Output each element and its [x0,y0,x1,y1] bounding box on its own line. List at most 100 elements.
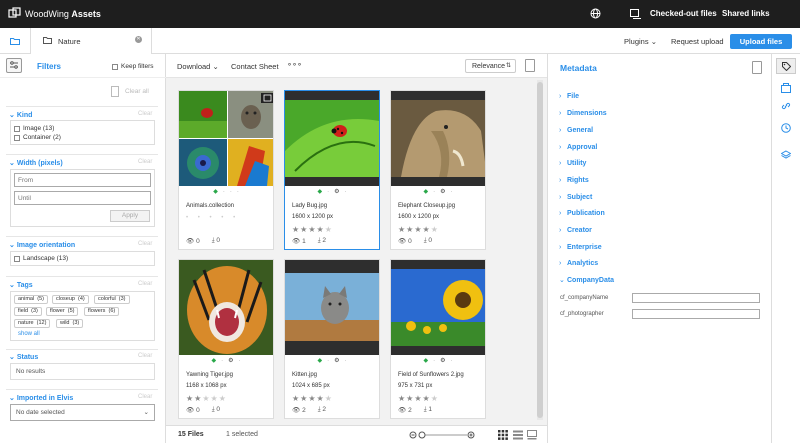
width-clear[interactable]: Clear [138,159,152,165]
width-from-input[interactable]: From [14,173,151,187]
basket-icon[interactable] [781,83,791,93]
checkbox[interactable] [112,63,118,70]
cf-companyname-input[interactable] [632,293,760,303]
upload-files-button[interactable]: Upload files [730,34,792,49]
status-filter-title[interactable]: ⌄ Status [9,353,38,361]
globe-icon[interactable] [590,8,601,19]
status-clear[interactable]: Clear [138,353,152,359]
tag-chip[interactable]: animal (5) [14,295,48,304]
app-logo[interactable]: WoodWing Assets [8,7,101,20]
tag-chip[interactable]: wild (3) [56,319,84,328]
tag-chip[interactable]: closeup (4) [52,295,89,304]
tag-chip[interactable]: nature (12) [14,319,51,328]
metadata-section-subject[interactable]: › Subject [559,194,592,201]
tag-icon[interactable]: ◆ [211,357,216,364]
asset-card[interactable]: ◆ · ⚙ · Elephant Closeup.jpg 1600 x 1200 px… [390,90,486,250]
orientation-filter-title[interactable]: ⌄ Image orientation [9,241,75,249]
context-tab-nature[interactable]: Nature ✕ [30,28,152,54]
tags-filter-title[interactable]: ⌄ Tags [9,281,33,289]
tag-name: flowers [88,308,106,314]
list-view-icon[interactable] [513,430,523,440]
clear-all[interactable]: Clear all [111,86,149,97]
apply-button[interactable]: Apply [110,210,150,222]
tag-chip[interactable]: flowers (6) [84,307,120,316]
asset-card-selected[interactable]: ◆ · ⚙ · Lady Bug.jpg 1600 x 1200 px ★★★★★ 👁… [284,90,380,250]
tag-chip[interactable]: colorful (3) [94,295,130,304]
orientation-option[interactable]: Landscape (13) [14,255,68,262]
grid-view-icon[interactable] [498,430,508,440]
metadata-section-utility[interactable]: › Utility [559,160,586,167]
asset-card[interactable]: ◆ · ⚙ · Yawning Tiger.jpg 1168 x 1068 px ★★… [178,259,274,419]
request-upload-link[interactable]: Request upload [671,37,724,46]
asset-card[interactable]: ◆ · ⚙ · Kitten.jpg 1024 x 685 px ★★★★★ 👁 2 ⤓… [284,259,380,419]
contact-sheet-button[interactable]: Contact Sheet [231,62,279,71]
download-menu[interactable]: Download ⌄ [177,62,219,71]
date-select[interactable]: No date selected ⌄ [10,404,155,421]
tag-icon[interactable]: ◆ [317,357,322,364]
rating-stars[interactable]: ★★★★★ [292,394,333,403]
metadata-section-companydata[interactable]: ⌄ CompanyData [559,276,614,284]
filter-settings-icon[interactable] [6,58,22,73]
checked-out-icon[interactable] [630,9,641,19]
asset-card[interactable]: ◆ · · · Animals.collection • • • • • 👁 0 ⤓ 0 [178,90,274,250]
plugins-menu[interactable]: Plugins ⌄ [624,37,657,46]
sort-select[interactable]: Relevance ⇅ [465,59,516,73]
tag-icon[interactable]: ◆ [423,188,428,195]
orientation-clear[interactable]: Clear [138,241,152,247]
preview-view-icon[interactable] [527,430,537,440]
section-label: Approval [567,144,598,151]
date-select-value: No date selected [16,409,65,416]
link-icon[interactable] [781,101,791,111]
metadata-section-enterprise[interactable]: › Enterprise [559,244,602,251]
metadata-section-dimensions[interactable]: › Dimensions [559,110,607,117]
imported-clear[interactable]: Clear [138,394,152,400]
view-options-icon[interactable] [525,59,535,72]
scrollbar-thumb[interactable] [537,82,543,418]
metadata-section-analytics[interactable]: › Analytics [559,260,598,267]
gear-icon[interactable]: ⚙ [440,357,445,364]
gear-icon[interactable]: ⚙ [334,188,339,195]
zoom-slider[interactable] [409,430,475,440]
metadata-section-approval[interactable]: › Approval [559,144,597,151]
width-filter-title[interactable]: ⌄ Width (pixels) [9,159,63,167]
folder-panel-icon[interactable] [10,37,20,45]
rating-dots[interactable]: • • • • • [186,215,239,221]
layers-icon[interactable] [781,150,791,160]
results-scrollbar[interactable] [537,80,543,420]
imported-filter-title[interactable]: ⌄ Imported in Elvis [9,394,73,402]
woodwing-logo-icon [8,7,21,18]
metadata-section-file[interactable]: › File [559,93,579,100]
tag-icon[interactable]: ◆ [213,188,218,195]
checkbox[interactable] [14,255,20,262]
tag-chip[interactable]: field (3) [14,307,42,316]
rating-stars[interactable]: ★★★★★ [186,394,227,403]
metadata-section-rights[interactable]: › Rights [559,177,589,184]
tags-clear[interactable]: Clear [138,281,152,287]
rail-item-metadata[interactable] [776,58,796,74]
asset-card[interactable]: ◆ · ⚙ · Field of Sunflowers 2.jpg 975 x 731… [390,259,486,419]
checked-out-files-link[interactable]: Checked-out files [650,9,717,18]
more-options-icon[interactable]: ∘∘∘ [287,60,302,69]
shared-links-link[interactable]: Shared links [722,9,770,18]
kind-filter-title[interactable]: ⌄ Kind [9,111,32,119]
gear-icon[interactable]: ⚙ [334,357,339,364]
tag-icon[interactable]: ◆ [423,357,428,364]
gear-icon[interactable]: ⚙ [228,357,233,364]
rating-stars[interactable]: ★★★★★ [292,225,333,234]
kind-clear[interactable]: Clear [138,111,152,117]
width-until-input[interactable]: Until [14,191,151,205]
metadata-section-creator[interactable]: › Creator [559,227,592,234]
cf-photographer-input[interactable] [632,309,760,319]
clock-icon[interactable] [781,123,791,133]
rating-stars[interactable]: ★★★★★ [398,394,439,403]
tag-icon[interactable]: ◆ [317,188,322,195]
tag-chip[interactable]: flower (5) [46,307,79,316]
metadata-section-publication[interactable]: › Publication [559,210,605,217]
metadata-template-icon[interactable] [752,61,762,74]
keep-filters-toggle[interactable]: Keep filters [112,63,154,70]
close-icon[interactable]: ✕ [135,36,142,43]
tags-show-all-link[interactable]: show all [18,331,40,337]
gear-icon[interactable]: ⚙ [440,188,445,195]
metadata-section-general[interactable]: › General [559,127,593,134]
rating-stars[interactable]: ★★★★★ [398,225,439,234]
